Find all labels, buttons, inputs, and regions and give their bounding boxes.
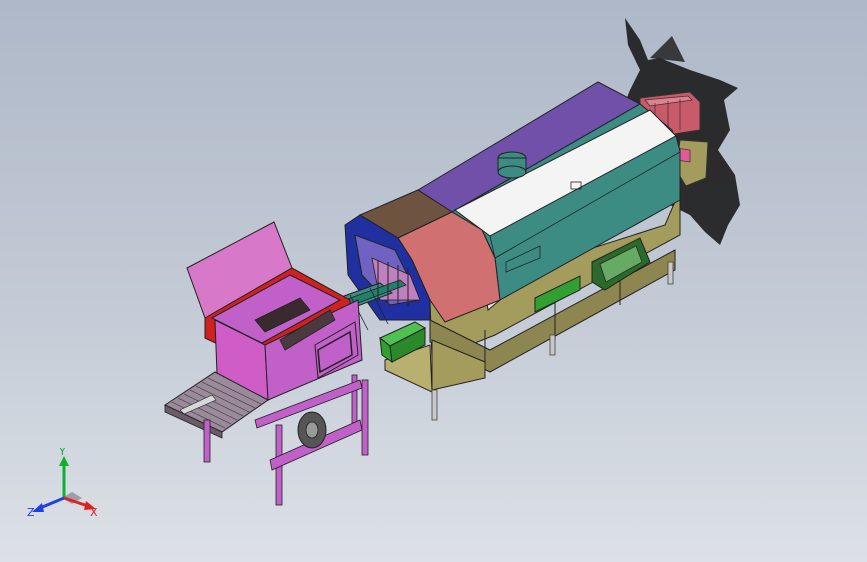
y-axis-label: Y	[58, 448, 66, 458]
cad-viewport[interactable]: Y X Z	[0, 0, 867, 562]
z-axis-line	[39, 496, 65, 510]
x-axis-label: X	[90, 506, 98, 519]
feeder-unit	[163, 221, 369, 506]
z-axis-label: Z	[27, 506, 35, 519]
axis-triad: Y X Z	[27, 448, 98, 519]
machine-model[interactable]	[0, 0, 867, 562]
